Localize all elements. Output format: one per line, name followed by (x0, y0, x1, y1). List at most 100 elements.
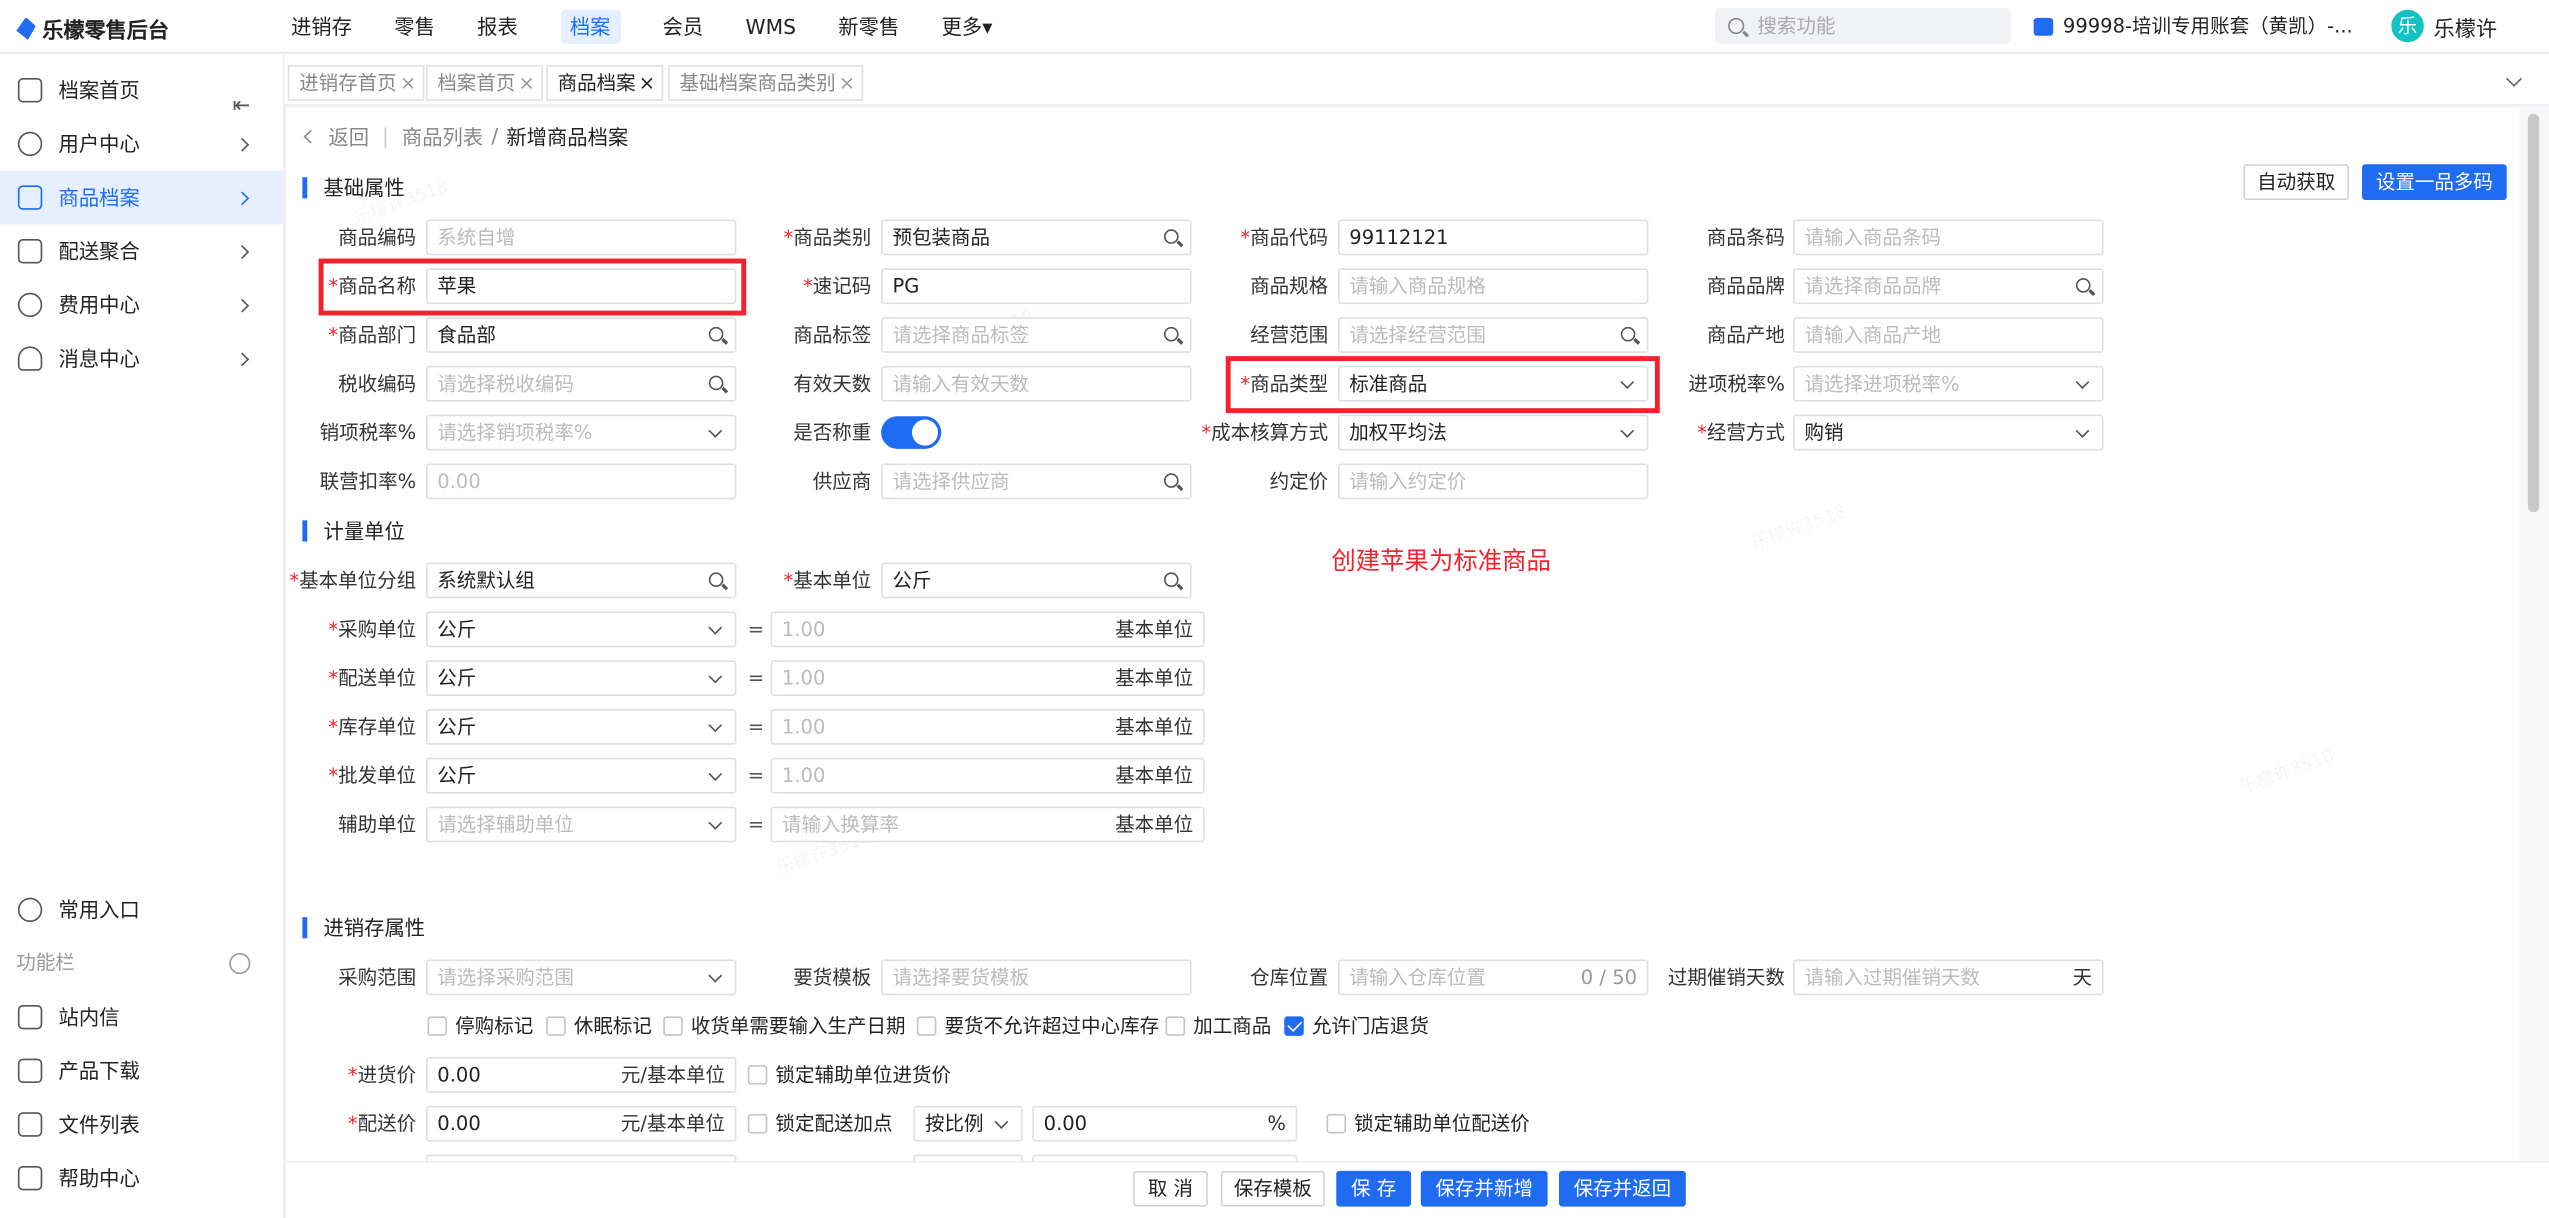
close-icon[interactable]: × (839, 67, 855, 100)
nav-item-retail[interactable]: 零售 (380, 0, 450, 54)
sidebar-item-common[interactable]: 常用入口 (0, 883, 284, 937)
stock-unit-select[interactable]: 公斤 (425, 709, 737, 745)
dept-select[interactable]: 食品部 (425, 317, 737, 353)
brand-select[interactable]: 请选择商品品牌 (1793, 268, 2104, 305)
sidebar-item-inbox[interactable]: 站内信 (0, 990, 284, 1044)
close-icon[interactable]: × (400, 67, 416, 100)
app-logo[interactable]: 乐檬零售后台 (16, 13, 169, 44)
base-unit-select[interactable]: 公斤 (881, 562, 1192, 599)
purchase-price-input[interactable]: 0.00 元/基本单位 (425, 1057, 737, 1093)
expire-days-input[interactable]: 请输入过期催销天数天 (1793, 959, 2104, 996)
save-return-button[interactable]: 保存并返回 (1558, 1170, 1686, 1207)
scope-select[interactable]: 请选择经营范围 (1337, 317, 1649, 353)
tab-archive-home[interactable]: 档案首页 × (425, 65, 543, 101)
search-icon[interactable] (1163, 473, 1179, 488)
multi-code-button[interactable]: 设置一品多码 (2362, 164, 2507, 201)
checkbox-lock-aux-purchase[interactable]: 锁定辅助单位进货价 (747, 1062, 951, 1088)
delivery-percent-input[interactable]: 0.00% (1032, 1105, 1298, 1142)
biz-mode-select[interactable]: 购销 (1793, 414, 2104, 451)
nav-item-archive[interactable]: 档案 (545, 0, 634, 54)
auto-fetch-button[interactable]: 自动获取 (2243, 164, 2350, 201)
delivery-unit-select[interactable]: 公斤 (425, 660, 737, 697)
search-icon[interactable] (1620, 326, 1636, 342)
sidebar-item-messages[interactable]: 消息中心 (0, 332, 283, 386)
save-template-button[interactable]: 保存模板 (1220, 1170, 1325, 1207)
checkbox-require-date[interactable]: 收货单需要输入生产日期 (663, 1013, 906, 1039)
input-tax-select[interactable]: 请选择进项税率% (1793, 365, 2104, 402)
search-icon[interactable] (708, 375, 724, 391)
close-icon[interactable]: × (519, 67, 535, 100)
close-icon[interactable]: × (639, 67, 655, 100)
sidebar-item-download[interactable]: 产品下载 (0, 1044, 284, 1098)
agreed-price-input[interactable]: 请输入约定价 (1337, 463, 1649, 500)
search-icon[interactable] (2075, 278, 2091, 293)
search-icon[interactable] (1163, 326, 1179, 342)
checkbox-no-exceed-stock[interactable]: 要货不允许超过中心库存 (916, 1013, 1159, 1039)
user-menu[interactable]: 乐 乐檬许 (2391, 9, 2497, 43)
wholesale-unit-select[interactable]: 公斤 (425, 757, 737, 794)
back-link[interactable]: 返回 (328, 120, 369, 151)
back-icon[interactable] (303, 128, 318, 143)
scrollbar[interactable] (2519, 107, 2549, 1162)
cancel-button[interactable]: 取 消 (1133, 1170, 1208, 1207)
purchase-ratio-input[interactable]: 1.00 基本单位 (770, 611, 1205, 648)
stock-ratio-input[interactable]: 1.00 基本单位 (770, 709, 1205, 745)
cost-method-select[interactable]: 加权平均法 (1337, 414, 1649, 451)
spec-input[interactable]: 请输入商品规格 (1337, 268, 1649, 305)
delivery-mode-select[interactable]: 按比例 (913, 1105, 1023, 1142)
search-input[interactable]: 搜索功能 (1715, 8, 2011, 44)
aux-unit-select[interactable]: 请选择辅助单位 (425, 806, 737, 843)
warehouse-pos-input[interactable]: 请输入仓库位置 0 / 50 (1337, 959, 1649, 996)
sidebar-item-help[interactable]: 帮助中心 (0, 1151, 284, 1205)
save-button[interactable]: 保 存 (1336, 1170, 1412, 1207)
mnemonic-input[interactable]: PG (881, 268, 1192, 305)
settings-icon[interactable] (229, 952, 251, 975)
search-icon[interactable] (1163, 572, 1179, 588)
account-selector[interactable]: 99998-培训专用账套（黄凯）-... (2033, 0, 2353, 54)
delivery-price-input[interactable]: 0.00 元/基本单位 (425, 1105, 737, 1142)
product-code-input[interactable]: 99112121 (1337, 219, 1649, 256)
save-new-button[interactable]: 保存并新增 (1420, 1170, 1548, 1207)
nav-item-more[interactable]: 更多▾ (927, 0, 1007, 54)
tab-jxc-home[interactable]: 进销存首页 × (287, 65, 425, 101)
checkbox-stop-purchase[interactable]: 停购标记 (427, 1013, 533, 1039)
tag-select[interactable]: 请选择商品标签 (881, 317, 1192, 353)
barcode-input[interactable]: 请输入商品条码 (1793, 219, 2104, 256)
nav-item-wms[interactable]: WMS (731, 0, 811, 54)
checkbox-lock-delivery-markup[interactable]: 锁定配送加点 (747, 1111, 893, 1137)
valid-days-input[interactable]: 请输入有效天数 (881, 365, 1192, 402)
tax-code-select[interactable]: 请选择税收编码 (425, 365, 737, 402)
sidebar-item-archive-home[interactable]: 档案首页 ⇤ (0, 63, 283, 119)
checkbox-allow-return[interactable]: 允许门店退货 (1284, 1013, 1429, 1039)
purchase-scope-select[interactable]: 请选择采购范围 (425, 959, 737, 996)
checkbox-lock-aux-delivery[interactable]: 锁定辅助单位配送价 (1326, 1111, 1530, 1137)
origin-input[interactable]: 请输入商品产地 (1793, 317, 2104, 353)
order-template-select[interactable]: 请选择要货模板 (881, 959, 1192, 996)
nav-item-new-retail[interactable]: 新零售 (824, 0, 914, 54)
output-tax-select[interactable]: 请选择销项税率% (425, 414, 737, 451)
delivery-ratio-input[interactable]: 1.00 基本单位 (770, 660, 1205, 697)
checkbox-dormant[interactable]: 休眠标记 (546, 1013, 652, 1039)
sidebar-item-delivery[interactable]: 配送聚合 (0, 224, 283, 278)
chevron-down-icon[interactable] (2506, 70, 2523, 87)
sidebar-item-fees[interactable]: 费用中心 (0, 278, 283, 332)
category-select[interactable]: 预包装商品 (881, 219, 1192, 256)
nav-item-member[interactable]: 会员 (648, 0, 718, 54)
checkbox-processed[interactable]: 加工商品 (1165, 1013, 1271, 1039)
joint-rate-input[interactable]: 0.00 (425, 463, 737, 500)
tab-goods-archive[interactable]: 商品档案 × (546, 65, 664, 101)
wholesale-ratio-input[interactable]: 1.00 基本单位 (770, 757, 1205, 794)
aux-ratio-input[interactable]: 请输入换算率 基本单位 (770, 806, 1205, 843)
sidebar-item-user-center[interactable]: 用户中心 (0, 117, 283, 171)
search-icon[interactable] (708, 326, 724, 342)
tab-goods-category[interactable]: 基础档案商品类别 × (668, 65, 864, 101)
nav-item-jxc[interactable]: 进销存 (276, 0, 366, 54)
search-icon[interactable] (708, 572, 724, 588)
purchase-unit-select[interactable]: 公斤 (425, 611, 737, 648)
sidebar-item-goods-archive[interactable]: 商品档案 (0, 170, 283, 225)
base-group-select[interactable]: 系统默认组 (425, 562, 737, 599)
supplier-select[interactable]: 请选择供应商 (881, 463, 1192, 500)
goods-code-input[interactable]: 系统自增 (425, 219, 737, 256)
breadcrumb-parent[interactable]: 商品列表 (402, 120, 483, 151)
search-icon[interactable] (1163, 229, 1179, 244)
